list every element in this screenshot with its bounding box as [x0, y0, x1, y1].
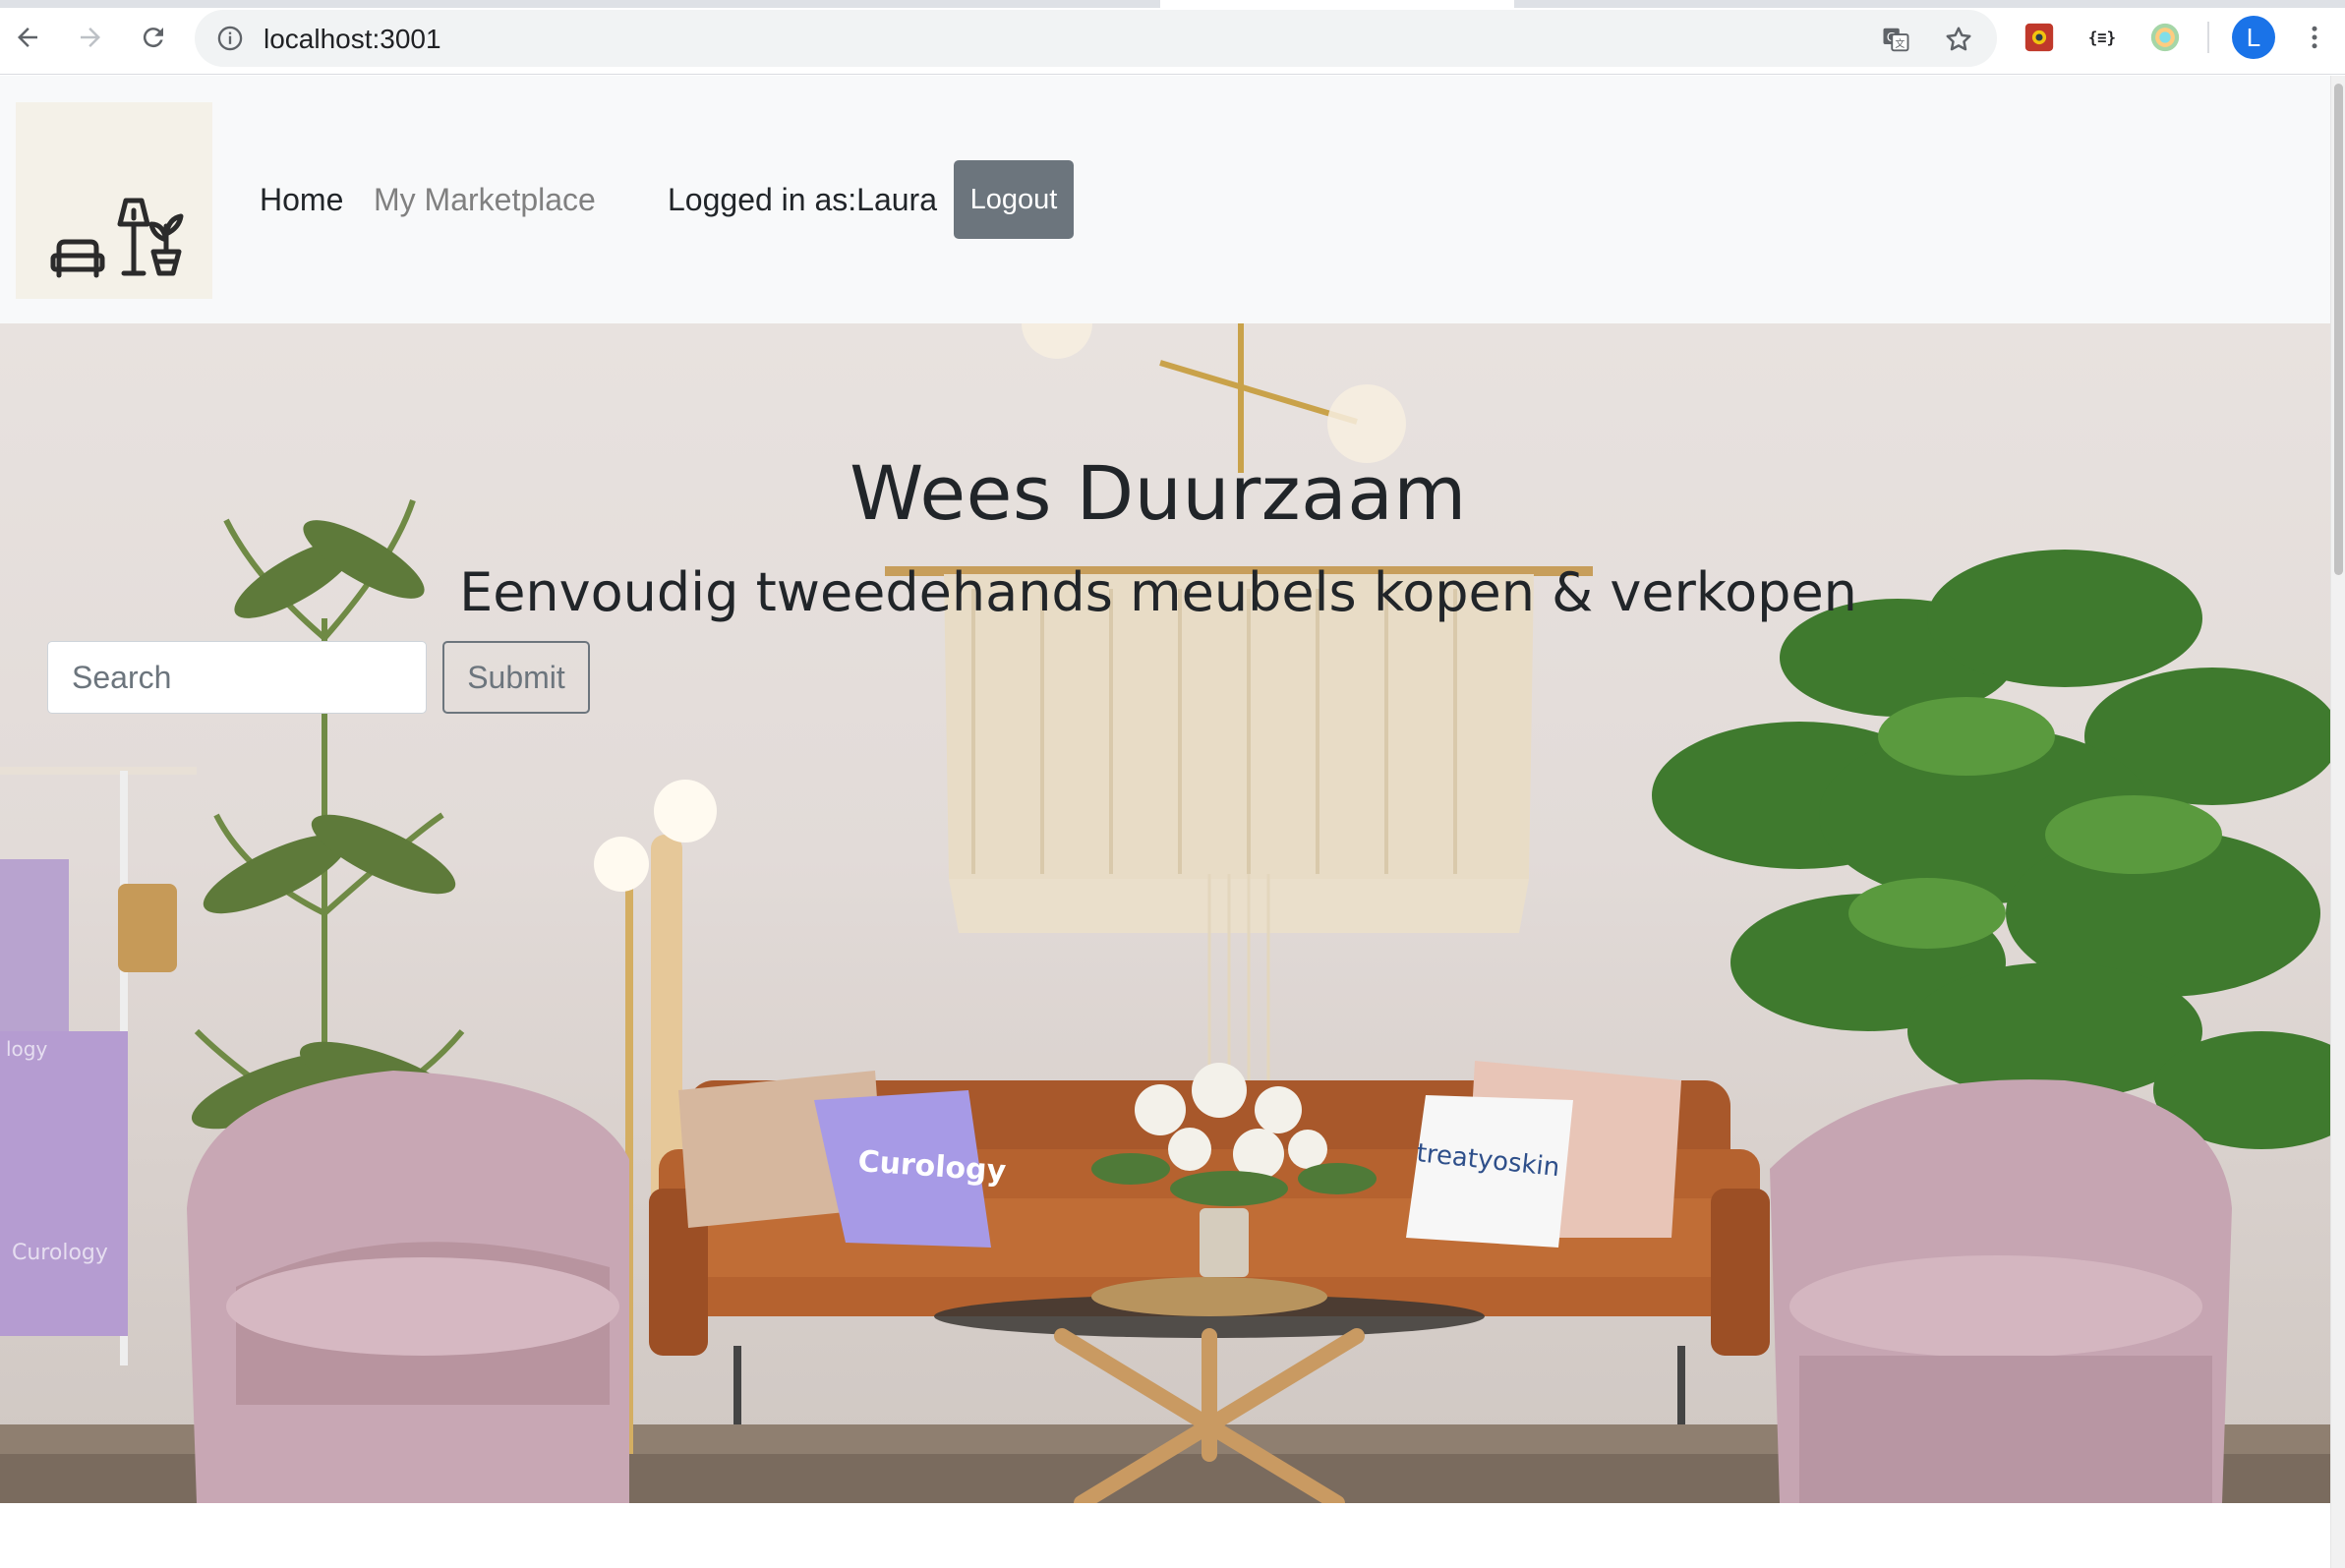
bookmark-star-icon[interactable]: [1943, 24, 1974, 55]
svg-text:文: 文: [1895, 37, 1905, 50]
logout-button[interactable]: Logout: [954, 160, 1074, 239]
logged-in-status: Logged in as:Laura: [668, 182, 937, 217]
address-bar[interactable]: localhost:3001 G文: [195, 10, 1997, 67]
nav-marketplace-link[interactable]: My Marketplace: [374, 182, 596, 218]
hero-title: Wees Duurzaam: [850, 449, 1467, 537]
profile-avatar[interactable]: L: [2232, 16, 2275, 59]
forward-icon[interactable]: [69, 16, 112, 59]
nav-home-link[interactable]: Home: [260, 182, 343, 218]
color-picker-icon[interactable]: [2147, 20, 2183, 55]
towel-logo-top: logy: [6, 1037, 47, 1061]
translate-icon[interactable]: G文: [1880, 24, 1911, 55]
menu-kebab-icon[interactable]: [2293, 16, 2336, 59]
tab-strip: [0, 0, 2345, 8]
furniture-logo-icon: [50, 198, 184, 278]
site-navbar: Home My Marketplace Logged in as:Laura L…: [0, 76, 2330, 323]
site-info-icon[interactable]: [216, 25, 244, 52]
page-viewport: Home My Marketplace Logged in as:Laura L…: [0, 76, 2330, 1568]
back-icon[interactable]: [6, 16, 49, 59]
page-scrollbar[interactable]: [2330, 76, 2345, 1568]
active-tab-indicator[interactable]: [1160, 0, 1514, 8]
puzzle-extension-icon[interactable]: [2022, 20, 2057, 55]
brand-logo[interactable]: [16, 102, 212, 299]
svg-text:{≡}: {≡}: [2088, 29, 2116, 47]
toolbar-divider: [2207, 22, 2209, 53]
hero-banner: logy Curology Curology treatyoskin Wees …: [0, 323, 2330, 1503]
json-formatter-icon[interactable]: {≡}: [2084, 20, 2120, 55]
scrollbar-thumb[interactable]: [2334, 84, 2343, 575]
reload-icon[interactable]: [132, 16, 175, 59]
submit-button[interactable]: Submit: [442, 641, 590, 714]
hero-subtitle: Eenvoudig tweedehands meubels kopen & ve…: [459, 561, 1857, 623]
search-input[interactable]: [47, 641, 427, 714]
browser-toolbar: localhost:3001 G文 {≡} L: [0, 0, 2345, 75]
towel-logo: Curology: [12, 1241, 108, 1265]
url-text: localhost:3001: [264, 24, 441, 54]
